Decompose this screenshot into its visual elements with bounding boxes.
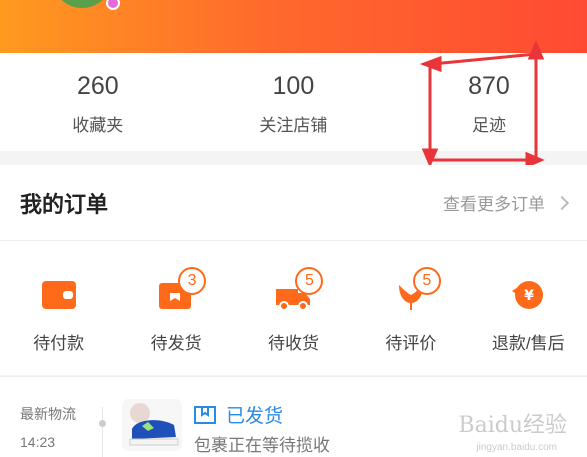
stat-label: 收藏夹 [72, 116, 124, 135]
watermark-logo: Baidu经验 [458, 413, 567, 438]
annotation-arrowhead [421, 148, 439, 168]
shipped-box-icon [194, 405, 216, 424]
my-orders-header: 我的订单 查看更多订单 [0, 165, 587, 241]
logistics-meta: 最新物流 14:23 [20, 404, 100, 450]
avatar-badge-icon [106, 0, 120, 10]
avatar[interactable] [52, 0, 112, 8]
stats-bar: 260 收藏夹 100 关注店铺 870 足迹 [0, 53, 587, 151]
stat-value: 260 [76, 72, 119, 100]
order-label: 待收货 [267, 334, 319, 353]
view-more-orders-link[interactable]: 查看更多订单 [443, 190, 570, 215]
count-badge: 5 [295, 267, 324, 295]
timeline-dot [99, 420, 106, 427]
wallet-icon [41, 279, 77, 311]
order-pending-payment[interactable]: 待付款 [0, 241, 117, 375]
stat-followed-shops[interactable]: 100 关注店铺 [196, 53, 392, 151]
stat-label: 关注店铺 [259, 116, 328, 135]
stat-value: 100 [272, 72, 315, 100]
stat-favorites[interactable]: 260 收藏夹 [0, 53, 196, 151]
logistics-time: 14:23 [20, 434, 56, 450]
timeline-divider [102, 407, 103, 457]
order-refund-aftersale[interactable]: ¥ 退款/售后 [470, 241, 587, 375]
stat-footprints[interactable]: 870 足迹 [391, 53, 587, 151]
view-more-orders-label: 查看更多订单 [443, 195, 545, 214]
svg-text:¥: ¥ [524, 288, 534, 304]
stat-value: 870 [468, 72, 510, 100]
chevron-right-icon [554, 195, 570, 210]
refund-icon: ¥ [510, 279, 546, 311]
logistics-status: 已发货 [194, 401, 283, 428]
order-pending-shipment[interactable]: 3 待发货 [117, 241, 234, 375]
my-orders-card: 我的订单 查看更多订单 待付款 3 待发货 5 待收货 5 待评价 ¥ 退款/售… [0, 165, 587, 375]
count-badge: 5 [412, 267, 441, 295]
order-label: 待付款 [33, 334, 85, 353]
product-thumbnail[interactable] [122, 399, 182, 451]
profile-header-band [0, 0, 587, 53]
order-pending-review[interactable]: 5 待评价 [352, 241, 469, 375]
count-badge: 3 [178, 267, 207, 295]
logistics-description: 包裹正在等待揽收 [194, 436, 330, 455]
flower-icon: 5 [393, 267, 441, 311]
order-label: 退款/售后 [491, 334, 565, 353]
my-orders-title: 我的订单 [20, 191, 109, 217]
order-status-row: 待付款 3 待发货 5 待收货 5 待评价 ¥ 退款/售后 [0, 241, 587, 375]
stat-label: 足迹 [471, 116, 506, 135]
order-label: 待发货 [150, 334, 202, 353]
truck-icon: 5 [275, 267, 324, 311]
logistics-tag: 最新物流 [20, 406, 76, 422]
watermark-url: jingyan.baidu.com [476, 442, 557, 453]
order-label: 待评价 [385, 334, 437, 353]
logistics-status-label: 已发货 [226, 406, 284, 427]
order-pending-receipt[interactable]: 5 待收货 [235, 241, 352, 375]
package-icon: 3 [158, 267, 207, 311]
